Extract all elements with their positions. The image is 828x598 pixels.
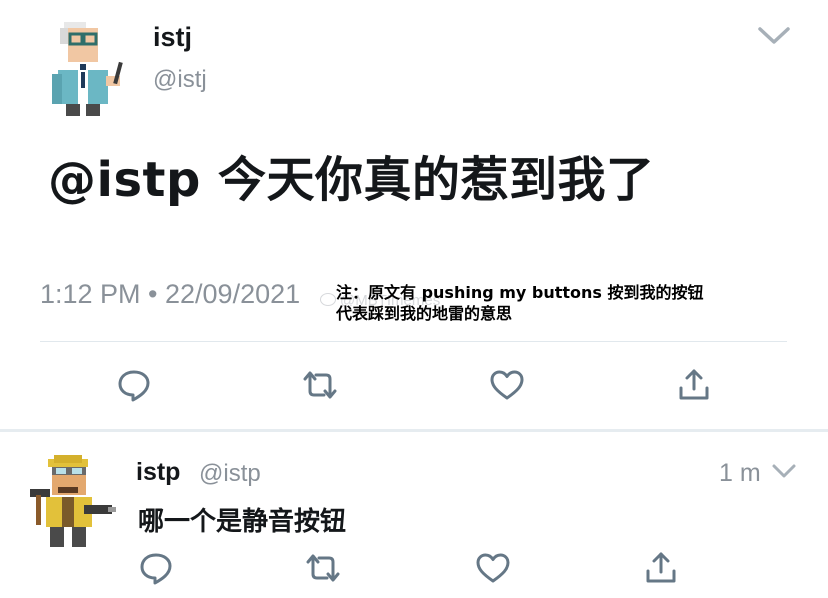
- like-button[interactable]: [475, 550, 511, 586]
- reply-author-handle[interactable]: @istp: [199, 460, 261, 488]
- pixel-character-avatar-icon: [52, 22, 123, 116]
- share-button[interactable]: [643, 550, 679, 586]
- note-line-2: 代表踩到我的地雷的意思: [336, 304, 513, 323]
- like-button[interactable]: [489, 367, 525, 403]
- comment-icon: [140, 553, 172, 585]
- reply-button[interactable]: [116, 367, 152, 403]
- retweet-icon: [303, 371, 337, 399]
- retweet-button[interactable]: [305, 550, 341, 586]
- reply-button[interactable]: [138, 550, 174, 586]
- tweet-separator: [0, 429, 828, 432]
- heart-icon: [490, 370, 524, 400]
- note-line-1: 注：原文有 pushing my buttons 按到我的按钮: [336, 283, 704, 302]
- retweet-icon: [306, 554, 340, 582]
- tweet-text: @istp 今天你真的惹到我了: [48, 152, 655, 208]
- reply-text: 哪一个是静音按钮: [138, 507, 347, 537]
- author-name[interactable]: istj: [153, 22, 192, 53]
- heart-icon: [476, 553, 510, 583]
- chevron-down-icon[interactable]: [757, 25, 791, 47]
- share-button[interactable]: [676, 367, 712, 403]
- reply-time: 1 m: [719, 459, 761, 487]
- retweet-button[interactable]: [302, 367, 338, 403]
- author-handle[interactable]: @istj: [153, 66, 207, 94]
- chevron-down-icon[interactable]: [771, 462, 797, 480]
- reply-avatar[interactable]: [28, 455, 118, 551]
- divider: [40, 341, 787, 342]
- comment-icon: [118, 370, 150, 402]
- weibo-icon: [320, 293, 336, 306]
- pixel-character-with-tools-icon: [30, 455, 116, 547]
- translation-note: 注：原文有 pushing my buttons 按到我的按钮 代表踩到我的地雷…: [336, 282, 704, 324]
- tweet-timestamp[interactable]: 1:12 PM • 22/09/2021: [40, 279, 300, 310]
- avatar[interactable]: [50, 18, 136, 116]
- reply-author-name[interactable]: istp: [136, 458, 180, 487]
- share-icon: [646, 552, 676, 583]
- share-icon: [679, 369, 709, 400]
